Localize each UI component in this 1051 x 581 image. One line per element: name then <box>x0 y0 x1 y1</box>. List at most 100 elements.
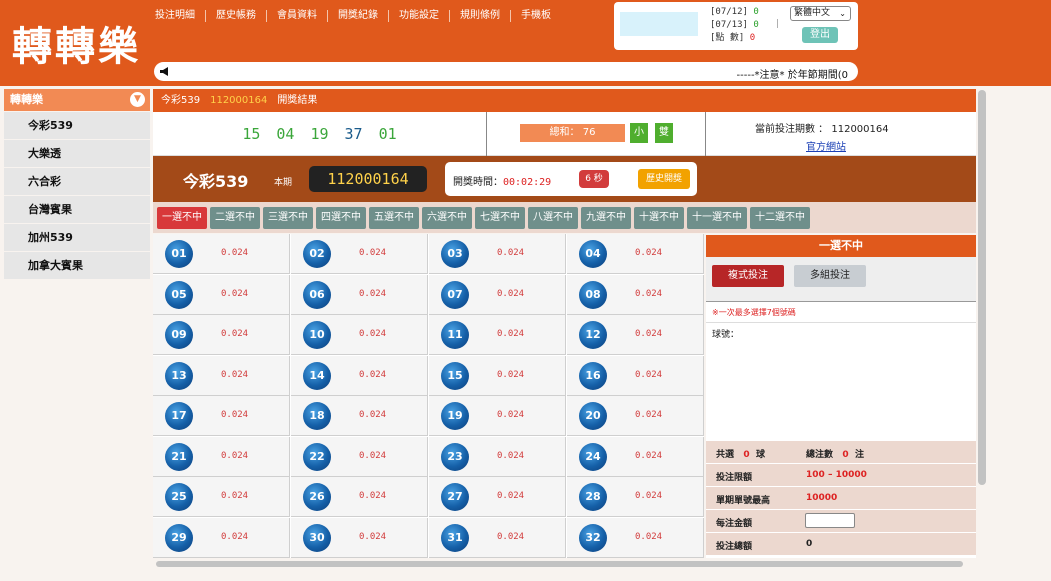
sidebar-item-california-539[interactable]: 加州539 <box>4 224 150 251</box>
number-cell[interactable]: 30 0.024 <box>291 517 428 558</box>
sidebar-item-canada-bingo[interactable]: 加拿大賓果 <box>4 252 150 279</box>
number-ball[interactable]: 12 <box>579 321 607 349</box>
tab-miss-4[interactable]: 四選不中 <box>316 206 366 229</box>
official-site-link[interactable]: 官方網站 <box>806 138 846 153</box>
number-cell[interactable]: 09 0.024 <box>153 315 290 355</box>
number-cell[interactable]: 16 0.024 <box>567 355 704 396</box>
nav-settings[interactable]: 功能設定 <box>389 10 450 22</box>
number-ball[interactable]: 15 <box>441 361 469 390</box>
number-ball[interactable]: 19 <box>441 402 469 430</box>
number-ball[interactable]: 07 <box>441 280 469 309</box>
tab-miss-12[interactable]: 十二選不中 <box>750 206 810 229</box>
number-ball[interactable]: 21 <box>165 442 193 471</box>
sidebar-item-taiwan-bingo[interactable]: 台灣賓果 <box>4 196 150 223</box>
number-cell[interactable]: 21 0.024 <box>153 436 290 477</box>
number-cell[interactable]: 14 0.024 <box>291 355 428 396</box>
number-ball[interactable]: 08 <box>579 280 607 309</box>
nav-member-info[interactable]: 會員資料 <box>267 10 328 22</box>
vertical-scrollbar[interactable] <box>978 90 986 485</box>
number-cell[interactable]: 17 0.024 <box>153 396 290 436</box>
number-ball[interactable]: 13 <box>165 361 193 390</box>
number-cell[interactable]: 11 0.024 <box>429 315 566 355</box>
number-cell[interactable]: 08 0.024 <box>567 274 704 315</box>
number-ball[interactable]: 30 <box>303 523 331 552</box>
tab-miss-5[interactable]: 五選不中 <box>369 206 419 229</box>
nav-mobile[interactable]: 手機板 <box>511 10 561 22</box>
nav-draw-records[interactable]: 開獎紀錄 <box>328 10 389 22</box>
sidebar-item-lotto[interactable]: 大樂透 <box>4 140 150 167</box>
logo[interactable]: 轉轉樂 <box>12 14 141 72</box>
number-ball[interactable]: 04 <box>579 240 607 268</box>
number-cell[interactable]: 26 0.024 <box>291 477 428 517</box>
sidebar-item-539[interactable]: 今彩539 <box>4 112 150 139</box>
number-cell[interactable]: 15 0.024 <box>429 355 566 396</box>
number-ball[interactable]: 06 <box>303 280 331 309</box>
tab-miss-8[interactable]: 八選不中 <box>528 206 578 229</box>
number-ball[interactable]: 10 <box>303 321 331 349</box>
sidebar-item-mark-six[interactable]: 六合彩 <box>4 168 150 195</box>
number-ball[interactable]: 27 <box>441 483 469 511</box>
nav-rules[interactable]: 規則條例 <box>450 10 511 22</box>
number-cell[interactable]: 07 0.024 <box>429 274 566 315</box>
number-cell[interactable]: 32 0.024 <box>567 517 704 558</box>
number-ball[interactable]: 31 <box>441 523 469 552</box>
number-ball[interactable]: 01 <box>165 240 193 268</box>
tab-miss-2[interactable]: 二選不中 <box>210 206 260 229</box>
number-ball[interactable]: 14 <box>303 361 331 390</box>
number-cell[interactable]: 31 0.024 <box>429 517 566 558</box>
number-cell[interactable]: 05 0.024 <box>153 274 290 315</box>
number-ball[interactable]: 05 <box>165 280 193 309</box>
number-cell[interactable]: 04 0.024 <box>567 234 704 274</box>
sidebar-header[interactable]: 轉轉樂 ▼ <box>4 89 150 111</box>
number-cell[interactable]: 01 0.024 <box>153 234 290 274</box>
tab-miss-3[interactable]: 三選不中 <box>263 206 313 229</box>
number-ball[interactable]: 20 <box>579 402 607 430</box>
number-ball[interactable]: 25 <box>165 483 193 511</box>
number-cell[interactable]: 23 0.024 <box>429 436 566 477</box>
number-cell[interactable]: 29 0.024 <box>153 517 290 558</box>
number-ball[interactable]: 29 <box>165 523 193 552</box>
logout-button[interactable]: 登出 <box>802 27 838 43</box>
tab-miss-10[interactable]: 十選不中 <box>634 206 684 229</box>
number-ball[interactable]: 22 <box>303 442 331 471</box>
number-cell[interactable]: 27 0.024 <box>429 477 566 517</box>
tab-miss-6[interactable]: 六選不中 <box>422 206 472 229</box>
number-ball[interactable]: 09 <box>165 321 193 349</box>
nav-history-account[interactable]: 歷史帳務 <box>206 10 267 22</box>
number-cell[interactable]: 10 0.024 <box>291 315 428 355</box>
number-cell[interactable]: 12 0.024 <box>567 315 704 355</box>
refresh-seconds-button[interactable]: 6 秒 <box>579 170 609 188</box>
number-ball[interactable]: 32 <box>579 523 607 552</box>
number-cell[interactable]: 03 0.024 <box>429 234 566 274</box>
bet-amount-input[interactable] <box>805 513 855 528</box>
number-cell[interactable]: 19 0.024 <box>429 396 566 436</box>
nav-bet-details[interactable]: 投注明細 <box>155 10 206 22</box>
number-cell[interactable]: 24 0.024 <box>567 436 704 477</box>
number-cell[interactable]: 22 0.024 <box>291 436 428 477</box>
number-ball[interactable]: 02 <box>303 240 331 268</box>
number-ball[interactable]: 28 <box>579 483 607 511</box>
horizontal-scrollbar[interactable] <box>156 561 963 567</box>
number-ball[interactable]: 26 <box>303 483 331 511</box>
number-cell[interactable]: 20 0.024 <box>567 396 704 436</box>
number-ball[interactable]: 16 <box>579 361 607 390</box>
draw-history-button[interactable]: 歷史開獎 <box>638 169 690 189</box>
number-cell[interactable]: 06 0.024 <box>291 274 428 315</box>
number-cell[interactable]: 02 0.024 <box>291 234 428 274</box>
number-cell[interactable]: 25 0.024 <box>153 477 290 517</box>
number-ball[interactable]: 11 <box>441 321 469 349</box>
number-cell[interactable]: 18 0.024 <box>291 396 428 436</box>
tab-miss-7[interactable]: 七選不中 <box>475 206 525 229</box>
number-ball[interactable]: 23 <box>441 442 469 471</box>
language-select[interactable]: 繁體中文 ⌄ <box>790 6 851 21</box>
tab-miss-1[interactable]: 一選不中 <box>157 206 207 229</box>
number-cell[interactable]: 28 0.024 <box>567 477 704 517</box>
tab-miss-9[interactable]: 九選不中 <box>581 206 631 229</box>
number-cell[interactable]: 13 0.024 <box>153 355 290 396</box>
number-ball[interactable]: 17 <box>165 402 193 430</box>
multi-bet-button[interactable]: 複式投注 <box>712 265 784 287</box>
tab-miss-11[interactable]: 十一選不中 <box>687 206 747 229</box>
group-bet-button[interactable]: 多組投注 <box>794 265 866 287</box>
number-ball[interactable]: 18 <box>303 402 331 430</box>
number-ball[interactable]: 24 <box>579 442 607 471</box>
